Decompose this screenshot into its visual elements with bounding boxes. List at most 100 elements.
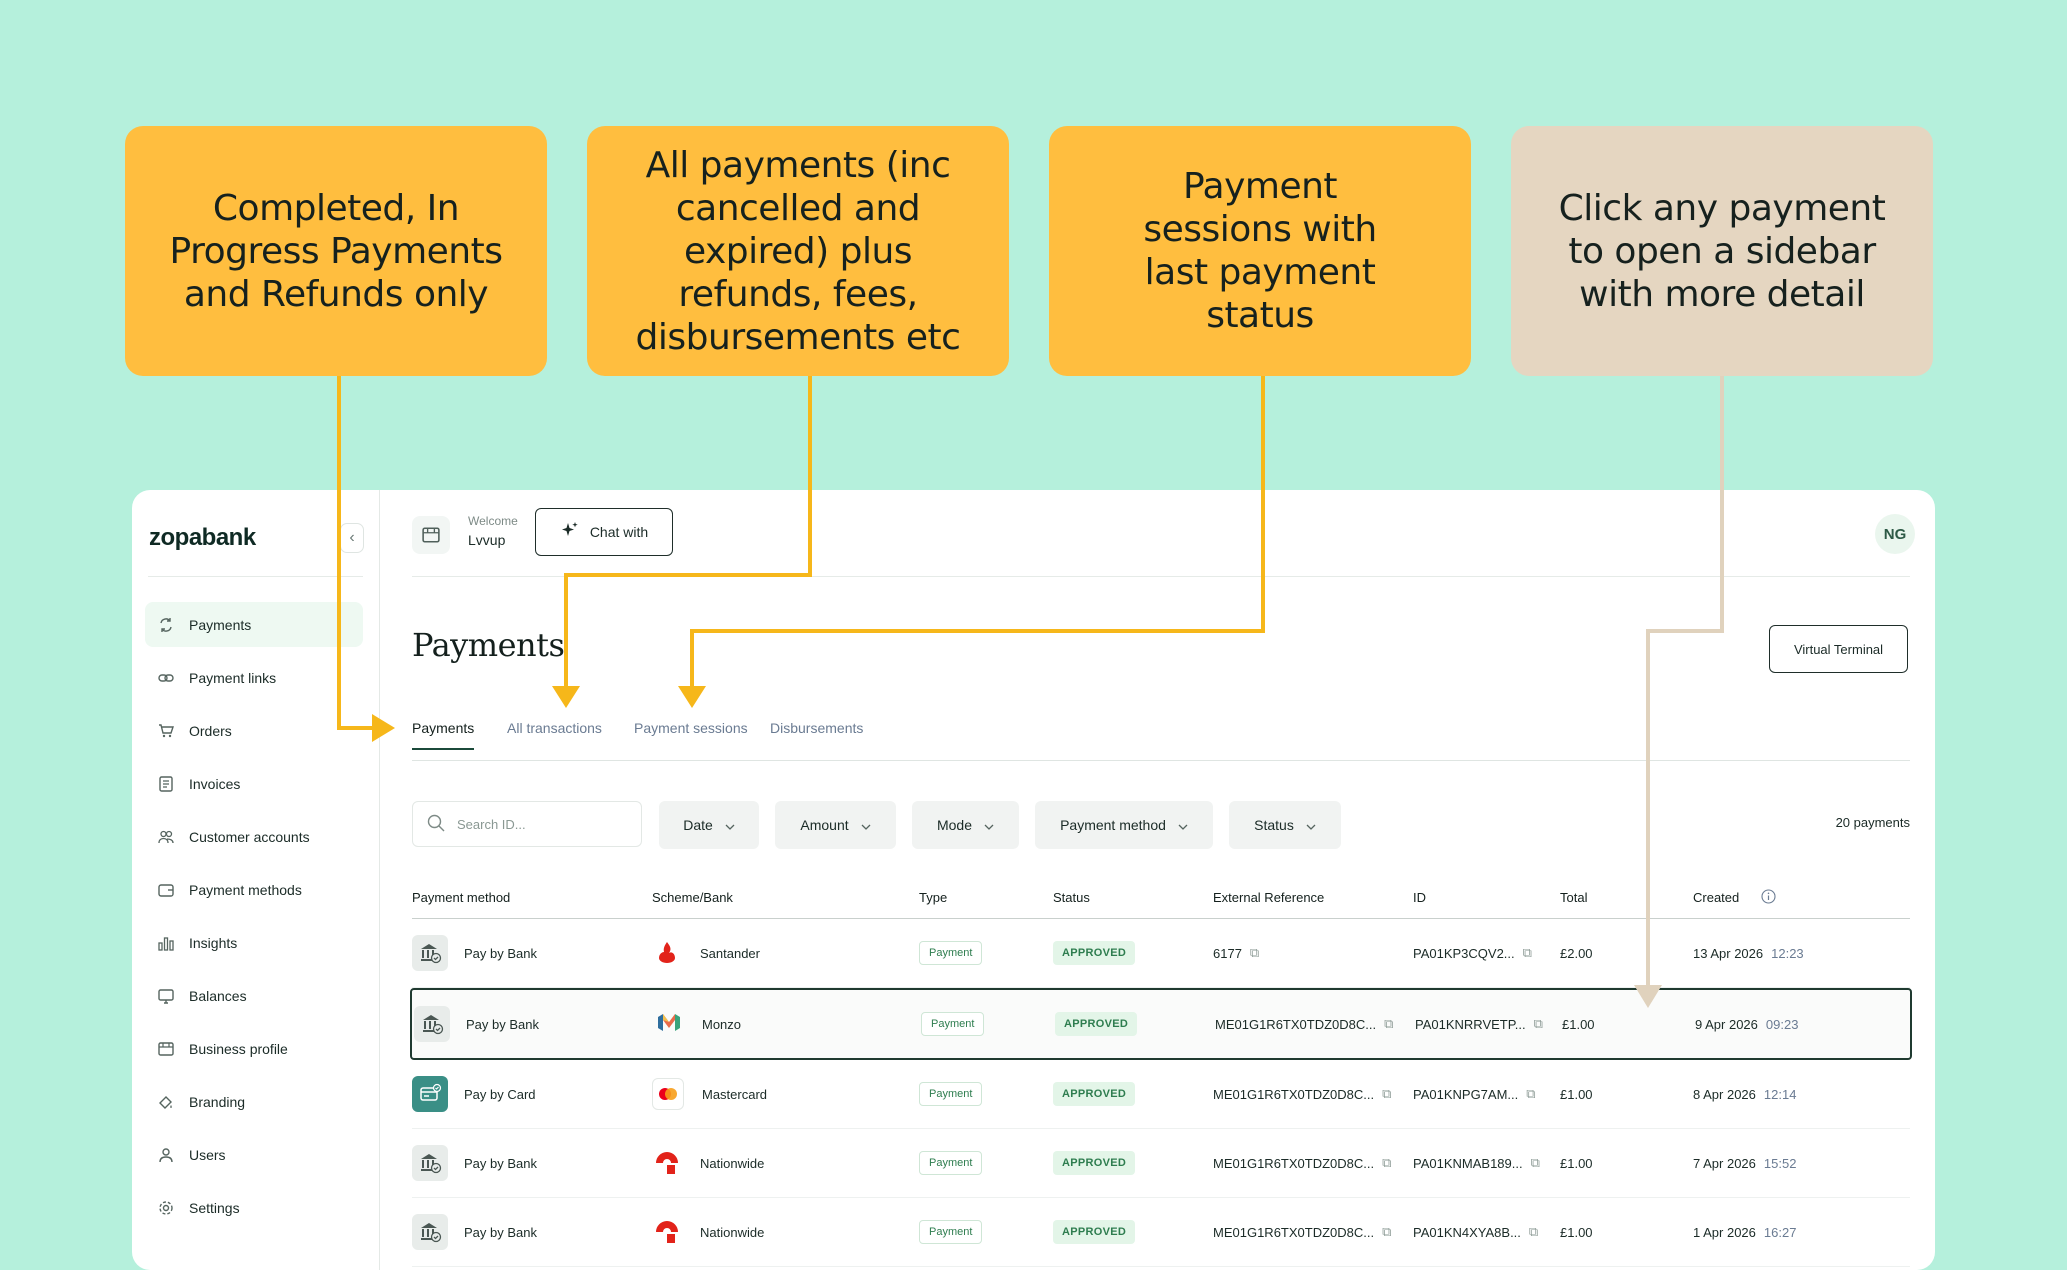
copy-icon[interactable]: ⧉ — [1531, 1155, 1540, 1171]
bank-cell: Mastercard — [652, 1060, 767, 1128]
copy-icon[interactable]: ⧉ — [1534, 1016, 1543, 1032]
chat-button[interactable]: Chat with — [535, 508, 673, 556]
cart-icon — [157, 722, 175, 740]
collapse-sidebar-button[interactable]: ‹ — [340, 523, 364, 553]
table-row[interactable]: Pay by Bank Monzo Payment APPROVED ME01G… — [410, 988, 1912, 1060]
sidebar-item-insights[interactable]: Insights — [145, 920, 363, 965]
external-reference: 6177 — [1213, 945, 1242, 961]
chevron-down-icon — [1306, 817, 1316, 833]
payment-id: PA01KNRRVETP... — [1415, 1016, 1526, 1032]
payment-method-label: Pay by Bank — [466, 1016, 539, 1032]
payment-id: PA01KNPG7AM... — [1413, 1086, 1519, 1102]
filter-mode[interactable]: Mode — [912, 801, 1019, 849]
divider — [148, 576, 363, 577]
created-cell: 8 Apr 2026 12:14 — [1693, 1060, 1796, 1128]
sidebar-item-business-profile[interactable]: Business profile — [145, 1026, 363, 1071]
sparkle-icon — [560, 521, 580, 544]
id-cell: PA01KN4XYA8B... ⧉ — [1413, 1198, 1538, 1266]
tabs: Payments All transactions Payment sessio… — [412, 720, 1910, 761]
external-reference: ME01G1R6TX0TDZ0D8C... — [1213, 1224, 1375, 1240]
copy-icon[interactable]: ⧉ — [1384, 1016, 1393, 1032]
created-time: 15:52 — [1763, 1155, 1797, 1171]
sidebar-item-branding[interactable]: Branding — [145, 1079, 363, 1124]
callout-text: Payment sessions with last payment statu… — [1143, 166, 1377, 336]
sidebar-item-customer-accounts[interactable]: Customer accounts — [145, 814, 363, 859]
status-cell: APPROVED — [1053, 1129, 1136, 1197]
sidebar-item-label: Users — [189, 1146, 226, 1163]
sidebar-item-label: Insights — [189, 934, 238, 951]
search-input[interactable]: Search ID... — [412, 801, 642, 847]
created-time: 12:14 — [1763, 1086, 1797, 1102]
tab-payment-sessions[interactable]: Payment sessions — [634, 720, 748, 748]
search-icon — [427, 814, 445, 835]
wallet-icon — [157, 881, 175, 899]
copy-icon[interactable]: ⧉ — [1382, 1224, 1391, 1240]
payment-method-cell: Pay by Bank — [412, 1129, 537, 1197]
status-badge: APPROVED — [1053, 1082, 1136, 1106]
column-header[interactable]: Created — [1693, 890, 1739, 905]
sidebar-item-label: Customer accounts — [189, 828, 310, 845]
copy-icon[interactable]: ⧉ — [1382, 1155, 1391, 1171]
payment-method-label: Pay by Bank — [464, 945, 537, 961]
filter-label: Mode — [936, 817, 973, 833]
sidebar-item-balances[interactable]: Balances — [145, 973, 363, 1018]
chevron-down-icon — [1178, 817, 1188, 833]
copy-icon[interactable]: ⧉ — [1526, 1086, 1535, 1102]
sidebar-item-payment-methods[interactable]: Payment methods — [145, 867, 363, 912]
copy-icon[interactable]: ⧉ — [1250, 945, 1259, 961]
sidebar-item-payment-links[interactable]: Payment links — [145, 655, 363, 700]
copy-icon[interactable]: ⧉ — [1523, 945, 1532, 961]
type-badge: Payment — [921, 1012, 985, 1036]
total-cell: £1.00 — [1562, 1016, 1595, 1032]
bank-label: Nationwide — [700, 1155, 765, 1171]
filter-date[interactable]: Date — [659, 801, 759, 849]
filter-payment-method[interactable]: Payment method — [1035, 801, 1213, 849]
sidebar-item-settings[interactable]: Settings — [145, 1185, 363, 1230]
santander-logo — [652, 938, 682, 968]
created-date: 1 Apr 2026 — [1693, 1224, 1756, 1240]
bank-label: Nationwide — [700, 1224, 765, 1240]
tab-disbursements[interactable]: Disbursements — [770, 720, 863, 748]
virtual-terminal-button[interactable]: Virtual Terminal — [1769, 625, 1908, 673]
bank-label: Monzo — [702, 1016, 742, 1032]
payment-method-label: Pay by Card — [464, 1086, 536, 1102]
avatar[interactable]: NG — [1875, 514, 1915, 554]
table-row[interactable]: Pay by Card Mastercard Payment APPROVED … — [412, 1060, 1910, 1129]
sidebar-item-payments[interactable]: Payments — [145, 602, 363, 647]
created-cell: 13 Apr 2026 12:23 — [1693, 919, 1804, 987]
chevron-down-icon — [725, 817, 735, 833]
external-reference-cell: ME01G1R6TX0TDZ0D8C... ⧉ — [1213, 1060, 1391, 1128]
bank-icon — [412, 1145, 448, 1181]
external-reference-cell: ME01G1R6TX0TDZ0D8C... ⧉ — [1213, 1198, 1391, 1266]
sidebar-item-orders[interactable]: Orders — [145, 708, 363, 753]
table-row[interactable]: Pay by Bank Santander Payment APPROVED 6… — [412, 919, 1910, 988]
table-row[interactable]: Pay by Bank Nationwide Payment APPROVED … — [412, 1198, 1910, 1267]
card-icon — [412, 1076, 448, 1112]
sidebar-item-users[interactable]: Users — [145, 1132, 363, 1177]
copy-icon[interactable]: ⧉ — [1529, 1224, 1538, 1240]
tab-payments[interactable]: Payments — [412, 720, 475, 750]
chat-button-label: Chat with — [589, 524, 649, 540]
table-row[interactable]: Pay by Bank Nationwide Payment APPROVED … — [412, 1129, 1910, 1198]
payments-icon — [157, 616, 175, 634]
user-icon — [157, 1146, 175, 1164]
created-cell: 1 Apr 2026 16:27 — [1693, 1198, 1796, 1266]
total-cell: £2.00 — [1560, 945, 1593, 961]
callout-text: All payments (inc cancelled and expired)… — [635, 144, 961, 358]
bank-cell: Santander — [652, 919, 760, 987]
payment-count: 20 payments — [1835, 815, 1910, 830]
column-header: External Reference — [1213, 890, 1325, 905]
tab-all-transactions[interactable]: All transactions — [507, 720, 602, 748]
nationwide-logo — [652, 1148, 682, 1178]
type-badge: Payment — [919, 941, 983, 965]
bank-label: Santander — [700, 945, 760, 961]
nationwide-logo — [652, 1217, 682, 1247]
external-reference: ME01G1R6TX0TDZ0D8C... — [1215, 1016, 1377, 1032]
filter-status[interactable]: Status — [1229, 801, 1341, 849]
callout-payments-tab: Completed, In Progress Payments and Refu… — [125, 126, 547, 376]
copy-icon[interactable]: ⧉ — [1382, 1086, 1391, 1102]
sidebar-item-invoices[interactable]: Invoices — [145, 761, 363, 806]
chevron-down-icon — [861, 817, 871, 833]
info-icon[interactable] — [1761, 889, 1776, 907]
filter-amount[interactable]: Amount — [775, 801, 896, 849]
